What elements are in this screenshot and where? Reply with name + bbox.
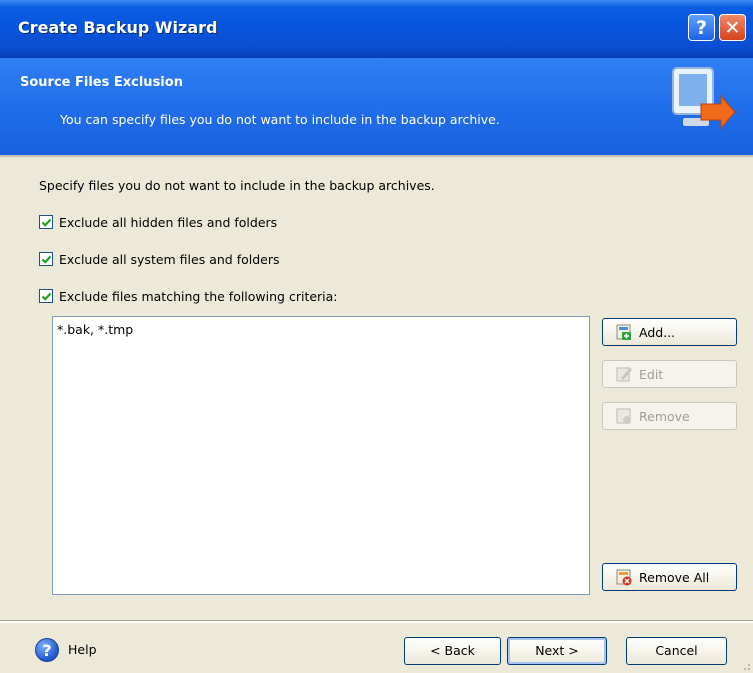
checkbox-box[interactable]	[39, 252, 53, 266]
exclude-hidden-checkbox[interactable]: Exclude all hidden files and folders	[39, 212, 277, 232]
remove-all-button[interactable]: Remove All	[602, 563, 737, 591]
remove-all-icon	[616, 569, 632, 586]
intro-text: Specify files you do not want to include…	[39, 178, 435, 193]
help-link[interactable]: Help	[68, 642, 97, 657]
resize-grip-icon[interactable]	[739, 659, 751, 671]
remove-all-label: Remove All	[639, 569, 710, 585]
edit-button[interactable]: Edit	[602, 360, 737, 388]
cancel-button[interactable]: Cancel	[626, 637, 727, 665]
wizard-header: Source Files Exclusion You can specify f…	[0, 58, 753, 155]
checkbox-box[interactable]	[39, 289, 53, 303]
footer-divider	[0, 620, 753, 623]
checkbox-label: Exclude files matching the following cri…	[59, 288, 338, 304]
step-title: Source Files Exclusion	[20, 75, 183, 90]
checkmark-icon	[41, 255, 51, 264]
edit-icon	[616, 367, 632, 382]
checkbox-box[interactable]	[39, 215, 53, 229]
checkbox-label: Exclude all system files and folders	[59, 251, 280, 267]
exclude-criteria-checkbox[interactable]: Exclude files matching the following cri…	[39, 286, 338, 306]
wizard-window: Create Backup Wizard ? ✕ Source Files Ex…	[0, 0, 753, 673]
next-button[interactable]: Next >	[507, 637, 607, 665]
add-file-icon	[616, 324, 631, 340]
edit-label: Edit	[639, 366, 664, 382]
remove-label: Remove	[639, 408, 690, 424]
back-button[interactable]: < Back	[404, 637, 501, 665]
add-button[interactable]: Add...	[602, 318, 737, 346]
help-title-button[interactable]: ?	[688, 14, 715, 41]
backup-computer-icon	[672, 67, 736, 130]
close-button[interactable]: ✕	[719, 14, 746, 41]
window-title: Create Backup Wizard	[18, 18, 218, 37]
criteria-listbox[interactable]: *.bak, *.tmp	[52, 316, 590, 595]
header-divider	[0, 155, 753, 157]
remove-icon	[616, 408, 631, 424]
list-item[interactable]: *.bak, *.tmp	[57, 322, 133, 337]
help-icon[interactable]: ?	[35, 638, 59, 662]
checkmark-icon	[41, 292, 51, 301]
remove-button[interactable]: Remove	[602, 402, 737, 430]
exclude-system-checkbox[interactable]: Exclude all system files and folders	[39, 249, 280, 269]
checkbox-label: Exclude all hidden files and folders	[59, 214, 278, 230]
add-label: Add...	[639, 324, 676, 340]
title-bar: Create Backup Wizard ? ✕	[0, 0, 753, 58]
checkmark-icon	[41, 218, 51, 227]
step-subtitle: You can specify files you do not want to…	[60, 112, 500, 127]
